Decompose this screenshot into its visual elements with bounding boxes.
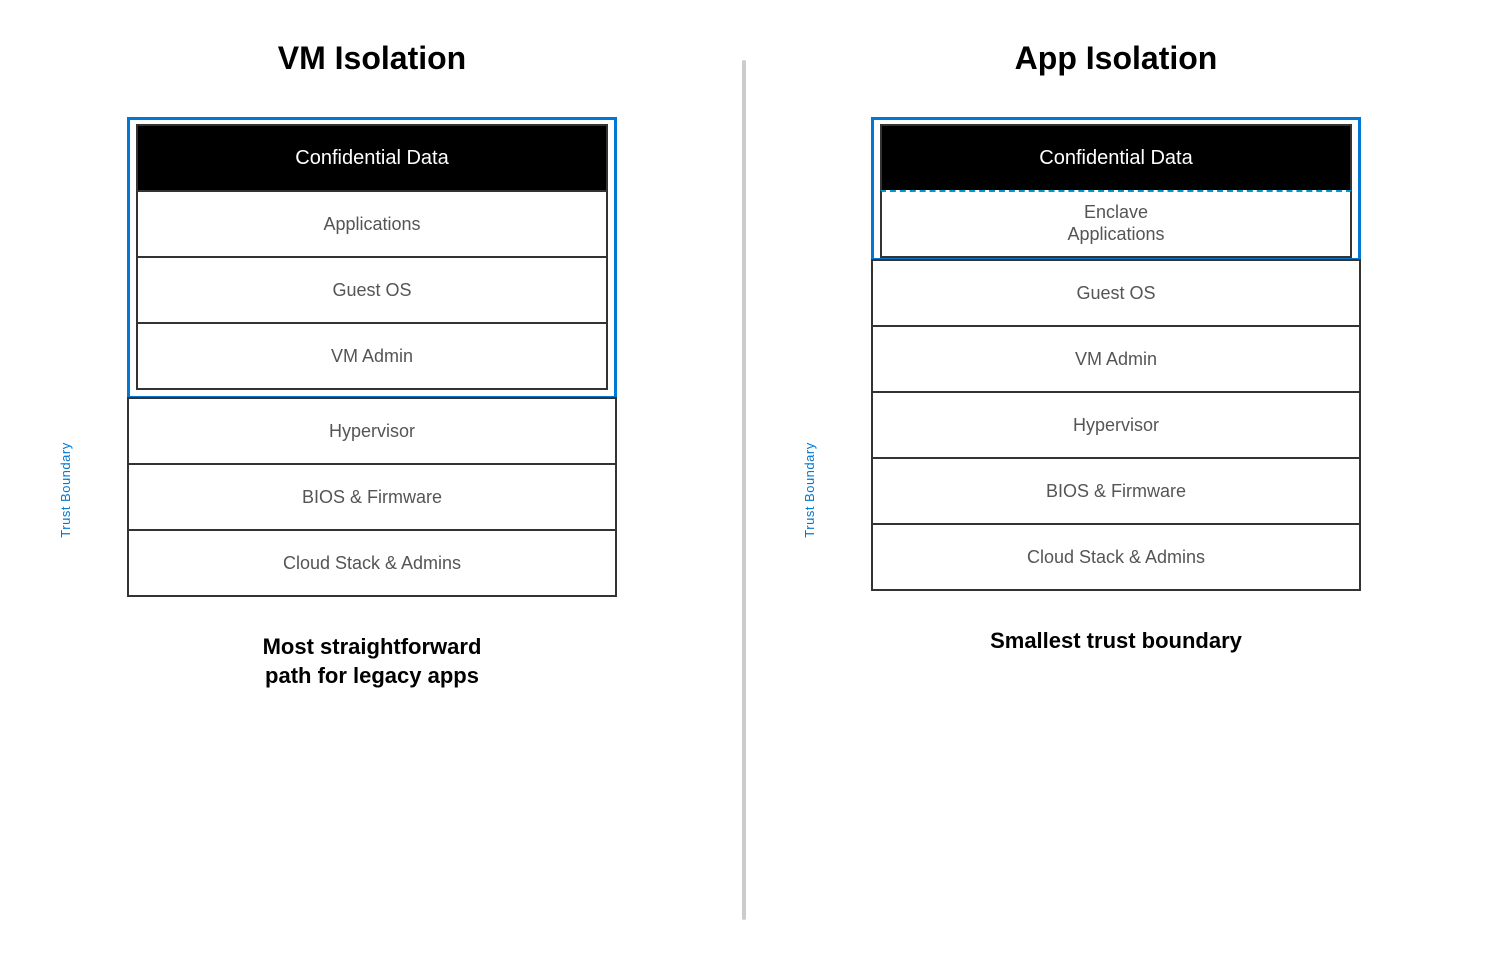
app-enclave-label: Enclave Applications [1067,202,1164,245]
vm-outside-rows: Hypervisor BIOS & Firmware Cloud Stack &… [127,399,617,597]
app-row-cloudstack: Cloud Stack & Admins [871,523,1361,591]
vm-applications-label: Applications [323,214,420,235]
page-container: Trust Boundary VM Isolation Confidential… [0,0,1488,980]
app-trust-box: Confidential Data Enclave Applications [871,117,1361,261]
app-row-vmadmin: VM Admin [871,325,1361,393]
app-guestos-label: Guest OS [1076,283,1155,304]
app-confidential-label: Confidential Data [1039,147,1192,170]
vm-row-vmadmin: VM Admin [136,322,608,390]
vm-hypervisor-label: Hypervisor [329,421,415,442]
app-diagram: Confidential Data Enclave Applications G… [866,117,1366,591]
vm-row-cloudstack: Cloud Stack & Admins [127,529,617,597]
app-bios-label: BIOS & Firmware [1046,481,1186,502]
app-cloudstack-label: Cloud Stack & Admins [1027,547,1205,568]
vm-cloudstack-label: Cloud Stack & Admins [283,553,461,574]
app-isolation-title: App Isolation [1015,40,1218,77]
vm-isolation-side: Trust Boundary VM Isolation Confidential… [0,0,744,980]
vm-guestos-label: Guest OS [332,280,411,301]
vm-trust-boundary-label: Trust Boundary [58,442,73,537]
vm-vmadmin-label: VM Admin [331,346,413,367]
app-row-guestos: Guest OS [871,259,1361,327]
vm-row-applications: Applications [136,190,608,258]
vm-row-hypervisor: Hypervisor [127,397,617,465]
app-isolation-side: Trust Boundary App Isolation Confidentia… [744,0,1488,980]
vm-row-guestos: Guest OS [136,256,608,324]
app-row-enclave: Enclave Applications [880,190,1352,258]
vm-row-bios: BIOS & Firmware [127,463,617,531]
app-vmadmin-label: VM Admin [1075,349,1157,370]
app-row-confidential: Confidential Data [880,124,1352,192]
app-footer: Smallest trust boundary [990,627,1242,656]
vm-bios-label: BIOS & Firmware [302,487,442,508]
app-hypervisor-label: Hypervisor [1073,415,1159,436]
app-row-bios: BIOS & Firmware [871,457,1361,525]
vm-trust-box: Confidential Data Applications Guest OS … [127,117,617,399]
app-trust-boundary-label: Trust Boundary [802,442,817,537]
vm-confidential-label: Confidential Data [295,147,448,170]
vm-diagram: Confidential Data Applications Guest OS … [122,117,622,597]
vm-row-confidential: Confidential Data [136,124,608,192]
vm-isolation-title: VM Isolation [278,40,466,77]
vm-footer: Most straightforwardpath for legacy apps [263,633,482,690]
app-outside-rows: Guest OS VM Admin Hypervisor BIOS & Firm… [871,261,1361,591]
app-row-hypervisor: Hypervisor [871,391,1361,459]
